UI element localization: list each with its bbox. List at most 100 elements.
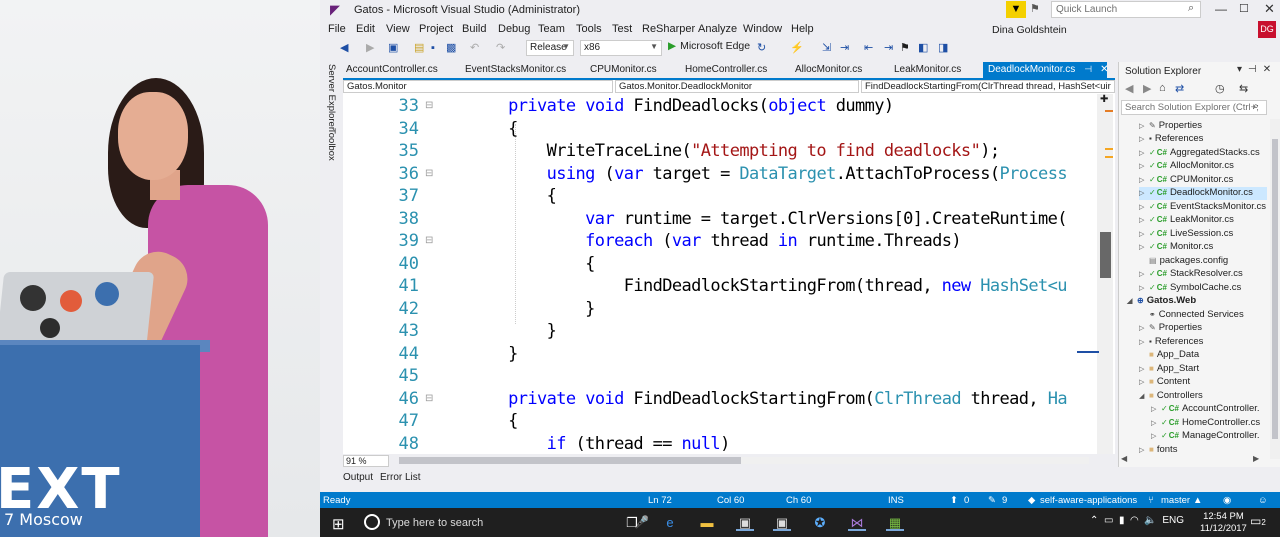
filter-icon[interactable]: ▼ bbox=[1006, 1, 1026, 18]
menu-team[interactable]: Team bbox=[538, 23, 565, 35]
expand-icon[interactable]: ▷ bbox=[1139, 216, 1149, 224]
member-dropdown[interactable]: FindDeadlockStartingFrom(ClrThread threa… bbox=[861, 80, 1115, 93]
open-file-icon[interactable]: ▤ bbox=[414, 40, 424, 56]
scrollbar-thumb[interactable] bbox=[1272, 139, 1278, 439]
tree-item[interactable]: ▷ ✓C# StackResolver.cs bbox=[1139, 268, 1243, 281]
search-icon[interactable]: ⌕ bbox=[1253, 101, 1259, 112]
tree-project[interactable]: ◢ ⊕ Gatos.Web bbox=[1127, 295, 1196, 308]
language-indicator[interactable]: ENG bbox=[1162, 515, 1184, 526]
code-line[interactable]: { bbox=[431, 119, 518, 139]
close-tab-icon[interactable]: ✕ bbox=[1100, 64, 1108, 75]
expand-icon[interactable]: ▷ bbox=[1139, 284, 1149, 292]
scroll-left-icon[interactable]: ◀ bbox=[1121, 454, 1127, 463]
pending-changes-count[interactable]: 9 bbox=[1002, 495, 1007, 506]
redo-icon[interactable]: ↷ bbox=[496, 40, 505, 56]
tree-item[interactable]: ■ App_Data bbox=[1149, 349, 1199, 362]
refresh-icon[interactable]: ↻ bbox=[757, 40, 766, 56]
code-line[interactable]: using (var target = DataTarget.AttachToP… bbox=[431, 164, 1068, 184]
tree-item[interactable]: ▷ ▪ References bbox=[1139, 133, 1203, 146]
code-line[interactable]: } bbox=[431, 299, 595, 319]
expand-icon[interactable]: ▷ bbox=[1139, 189, 1149, 197]
battery-icon[interactable]: ▮ bbox=[1119, 515, 1125, 526]
tab-account-controller[interactable]: AccountController.cs bbox=[343, 62, 461, 78]
code-line[interactable]: private void FindDeadlockStartingFrom(Cl… bbox=[431, 389, 1067, 409]
code-line[interactable]: FindDeadlockStartingFrom(thread, new Has… bbox=[431, 276, 1068, 296]
code-line[interactable]: if (thread == null) bbox=[431, 434, 731, 454]
menu-tools[interactable]: Tools bbox=[576, 23, 602, 35]
up-arrow-icon[interactable]: ⬆ bbox=[950, 495, 958, 506]
solution-explorer-horizontal-scrollbar[interactable]: ◀ ▶ bbox=[1121, 454, 1269, 465]
tree-item[interactable]: ▷ ✓C# ManageController. bbox=[1151, 430, 1260, 443]
outdent-icon[interactable]: ⇥ bbox=[884, 40, 893, 56]
action-center-icon[interactable]: ▭2 bbox=[1250, 514, 1266, 528]
expand-icon[interactable]: ▷ bbox=[1139, 162, 1149, 170]
indent-icon[interactable]: ⇤ bbox=[864, 40, 873, 56]
back-icon[interactable]: ◀ bbox=[340, 40, 348, 56]
split-editor-icon[interactable]: ✚ bbox=[1100, 94, 1108, 105]
tab-cpu-monitor[interactable]: CPUMonitor.cs bbox=[587, 62, 681, 78]
step-icon[interactable]: ⇲ bbox=[822, 40, 831, 56]
pin-icon[interactable]: ⊣ bbox=[1084, 64, 1092, 74]
pencil-icon[interactable]: ✎ bbox=[988, 495, 996, 506]
expand-icon[interactable]: ▷ bbox=[1139, 243, 1149, 251]
feedback-icon[interactable]: ⚑ bbox=[1030, 2, 1040, 15]
menu-build[interactable]: Build bbox=[462, 23, 486, 35]
taskbar-search[interactable]: Type here to search 🎤 bbox=[358, 508, 658, 537]
tree-item[interactable]: ▷ ▪ References bbox=[1139, 336, 1203, 349]
quick-launch-input[interactable]: Quick Launch bbox=[1051, 1, 1201, 18]
back-icon[interactable]: ◀ bbox=[1125, 82, 1133, 95]
expand-icon[interactable]: ▷ bbox=[1139, 338, 1149, 346]
expand-icon[interactable]: ▷ bbox=[1139, 230, 1149, 238]
tree-item[interactable]: ◢ ■ Controllers bbox=[1139, 390, 1203, 403]
menu-resharper[interactable]: ReSharper bbox=[642, 23, 695, 35]
configuration-select[interactable]: Release ▼ bbox=[526, 40, 574, 56]
tree-item[interactable]: ▷ ✓C# SymbolCache.cs bbox=[1139, 282, 1241, 295]
menu-view[interactable]: View bbox=[386, 23, 410, 35]
sync-icon[interactable]: ⇆ bbox=[1239, 82, 1248, 95]
wifi-icon[interactable]: ◠ bbox=[1130, 515, 1139, 526]
tab-deadlock-monitor[interactable]: DeadlockMonitor.cs ⊣ ✕ bbox=[983, 62, 1109, 78]
scrollbar-thumb[interactable] bbox=[1100, 232, 1111, 278]
start-debugging-button[interactable]: ▶ Microsoft Edge bbox=[668, 40, 750, 52]
compass-icon[interactable]: ✪ bbox=[811, 514, 829, 531]
branch-name[interactable]: master bbox=[1161, 495, 1190, 506]
expand-icon[interactable]: ▷ bbox=[1139, 149, 1149, 157]
history-icon[interactable]: ◷ bbox=[1215, 82, 1225, 95]
edge-icon[interactable]: e bbox=[661, 514, 679, 531]
tree-item[interactable]: ▷ ✓C# AccountController. bbox=[1151, 403, 1260, 416]
task-view-icon[interactable]: ❐ bbox=[623, 514, 641, 531]
tree-item-selected[interactable]: ▷ ✓C# DeadlockMonitor.cs bbox=[1139, 187, 1267, 200]
tree-item[interactable]: ▷ ✎ Properties bbox=[1139, 322, 1202, 335]
user-avatar[interactable]: DG bbox=[1258, 21, 1276, 38]
tree-item[interactable]: ▷ ✓C# LeakMonitor.cs bbox=[1139, 214, 1234, 227]
step-over-icon[interactable]: ⇥ bbox=[840, 40, 849, 56]
code-line[interactable]: } bbox=[431, 344, 518, 364]
scroll-right-icon[interactable]: ▶ bbox=[1253, 454, 1259, 463]
menu-edit[interactable]: Edit bbox=[356, 23, 375, 35]
menu-help[interactable]: Help bbox=[791, 23, 814, 35]
collapse-icon[interactable]: ◢ bbox=[1127, 297, 1137, 305]
expand-icon[interactable]: ▷ bbox=[1139, 378, 1149, 386]
minimize-button[interactable]: — bbox=[1215, 2, 1227, 16]
menu-test[interactable]: Test bbox=[612, 23, 632, 35]
feedback-icon[interactable]: ☺ bbox=[1258, 495, 1268, 506]
visual-studio-icon[interactable]: ⋈ bbox=[848, 514, 866, 531]
chevron-up-icon[interactable]: ⌃ bbox=[1090, 515, 1098, 526]
tree-item[interactable]: ▷ ✓C# EventStacksMonitor.cs bbox=[1139, 201, 1266, 214]
expand-icon[interactable]: ▷ bbox=[1151, 432, 1161, 440]
tree-item[interactable]: ▷ ✓C# HomeController.cs bbox=[1151, 417, 1260, 430]
code-line[interactable]: foreach (var thread in runtime.Threads) bbox=[431, 231, 961, 251]
bookmark-icon[interactable]: ⚑ bbox=[900, 40, 910, 56]
tab-leak-monitor[interactable]: LeakMonitor.cs bbox=[891, 62, 981, 78]
expand-icon[interactable]: ▷ bbox=[1139, 122, 1149, 130]
tab-error-list[interactable]: Error List bbox=[380, 472, 421, 483]
pane-controls[interactable]: ▾⊣✕ bbox=[1237, 64, 1277, 75]
expand-icon[interactable]: ▷ bbox=[1139, 270, 1149, 278]
toolbox-tab[interactable]: Toolbox bbox=[326, 128, 337, 161]
editor-vertical-scrollbar[interactable]: ✚ bbox=[1077, 94, 1113, 456]
new-project-icon[interactable]: ▣ bbox=[388, 40, 398, 56]
save-icon[interactable]: ▪ bbox=[431, 40, 435, 56]
tab-event-stacks-monitor[interactable]: EventStacksMonitor.cs bbox=[462, 62, 586, 78]
tree-item[interactable]: ▤ packages.config bbox=[1149, 255, 1228, 268]
platform-select[interactable]: x86 ▼ bbox=[580, 40, 662, 56]
